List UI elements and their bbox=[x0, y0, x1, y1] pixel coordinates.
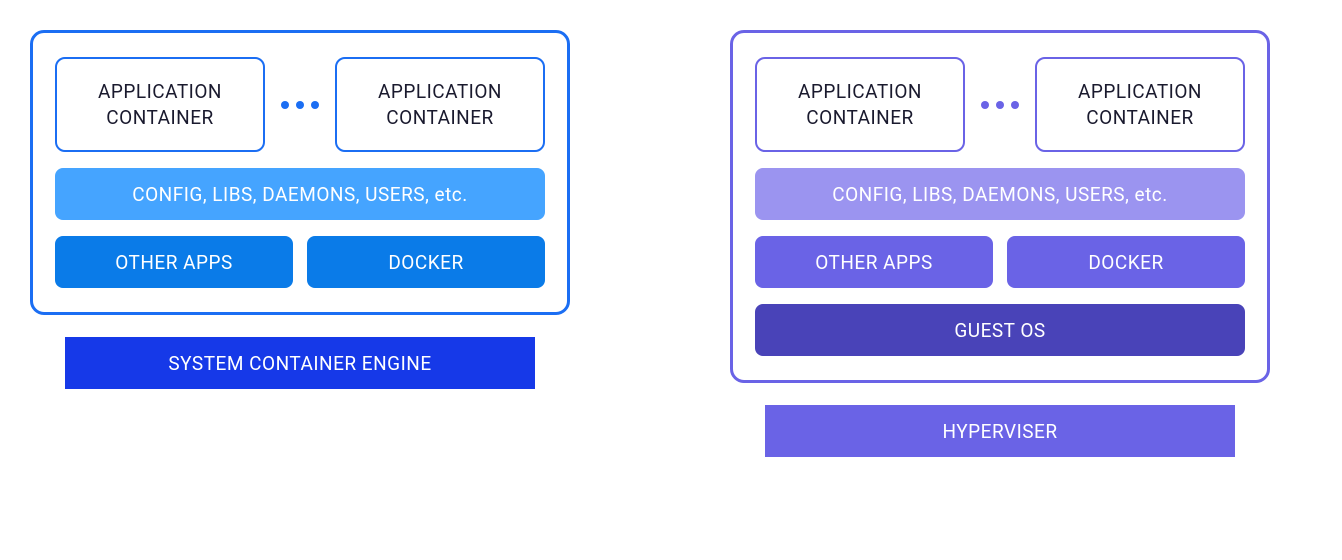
apps-docker-row: OTHER APPS DOCKER bbox=[55, 236, 545, 288]
app-container-row: APPLICATION CONTAINER APPLICATION CONTAI… bbox=[55, 57, 545, 152]
guest-os-layer: GUEST OS bbox=[755, 304, 1245, 356]
app-container-2: APPLICATION CONTAINER bbox=[335, 57, 545, 152]
system-container-box: APPLICATION CONTAINER APPLICATION CONTAI… bbox=[30, 30, 570, 315]
vm-box: APPLICATION CONTAINER APPLICATION CONTAI… bbox=[730, 30, 1270, 383]
other-apps-layer: OTHER APPS bbox=[755, 236, 993, 288]
docker-layer: DOCKER bbox=[1007, 236, 1245, 288]
app-container-2: APPLICATION CONTAINER bbox=[1035, 57, 1245, 152]
diagram-container: APPLICATION CONTAINER APPLICATION CONTAI… bbox=[0, 0, 1342, 487]
system-container-engine-bar: SYSTEM CONTAINER ENGINE bbox=[65, 337, 535, 389]
ellipsis-icon bbox=[275, 101, 325, 109]
left-stack: APPLICATION CONTAINER APPLICATION CONTAI… bbox=[20, 30, 580, 457]
app-container-row: APPLICATION CONTAINER APPLICATION CONTAI… bbox=[755, 57, 1245, 152]
ellipsis-icon bbox=[975, 101, 1025, 109]
hypervisor-bar: HYPERVISER bbox=[765, 405, 1235, 457]
apps-docker-row: OTHER APPS DOCKER bbox=[755, 236, 1245, 288]
config-layer: CONFIG, LIBS, DAEMONS, USERS, etc. bbox=[55, 168, 545, 220]
config-layer: CONFIG, LIBS, DAEMONS, USERS, etc. bbox=[755, 168, 1245, 220]
app-container-1: APPLICATION CONTAINER bbox=[755, 57, 965, 152]
other-apps-layer: OTHER APPS bbox=[55, 236, 293, 288]
right-stack: APPLICATION CONTAINER APPLICATION CONTAI… bbox=[720, 30, 1280, 457]
docker-layer: DOCKER bbox=[307, 236, 545, 288]
app-container-1: APPLICATION CONTAINER bbox=[55, 57, 265, 152]
